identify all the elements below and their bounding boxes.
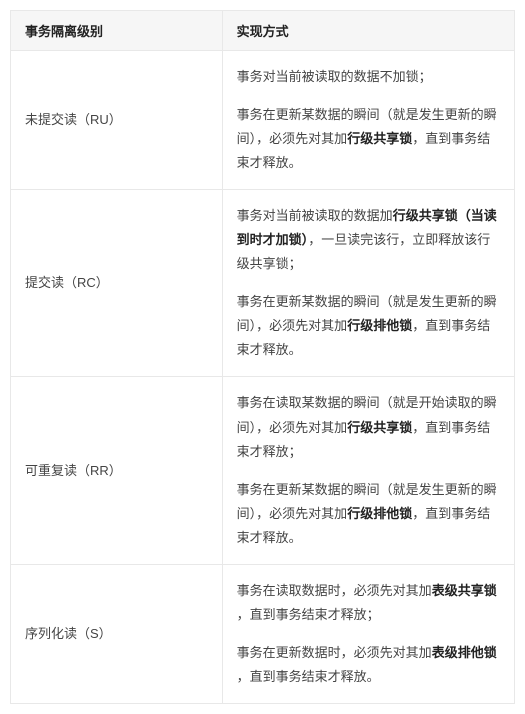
table-row: 提交读（RC）事务对当前被读取的数据加行级共享锁（当读到时才加锁），一旦读完该行… — [11, 190, 515, 377]
level-cell: 未提交读（RU） — [11, 51, 223, 190]
header-impl: 实现方式 — [222, 11, 514, 51]
impl-cell: 事务在读取数据时，必须先对其加表级共享锁 ，直到事务结束才释放；事务在更新数据时… — [222, 564, 514, 703]
header-level: 事务隔离级别 — [11, 11, 223, 51]
level-cell: 可重复读（RR） — [11, 377, 223, 564]
table-row: 序列化读（S）事务在读取数据时，必须先对其加表级共享锁 ，直到事务结束才释放；事… — [11, 564, 515, 703]
impl-cell: 事务对当前被读取的数据加行级共享锁（当读到时才加锁），一旦读完该行，立即释放该行… — [222, 190, 514, 377]
level-cell: 序列化读（S） — [11, 564, 223, 703]
level-cell: 提交读（RC） — [11, 190, 223, 377]
impl-cell: 事务在读取某数据的瞬间（就是开始读取的瞬间），必须先对其加行级共享锁，直到事务结… — [222, 377, 514, 564]
table-row: 未提交读（RU）事务对当前被读取的数据不加锁；事务在更新某数据的瞬间（就是发生更… — [11, 51, 515, 190]
table-body: 未提交读（RU）事务对当前被读取的数据不加锁；事务在更新某数据的瞬间（就是发生更… — [11, 51, 515, 704]
impl-cell: 事务对当前被读取的数据不加锁；事务在更新某数据的瞬间（就是发生更新的瞬间），必须… — [222, 51, 514, 190]
isolation-levels-table: 事务隔离级别 实现方式 未提交读（RU）事务对当前被读取的数据不加锁；事务在更新… — [10, 10, 515, 704]
table-row: 可重复读（RR）事务在读取某数据的瞬间（就是开始读取的瞬间），必须先对其加行级共… — [11, 377, 515, 564]
